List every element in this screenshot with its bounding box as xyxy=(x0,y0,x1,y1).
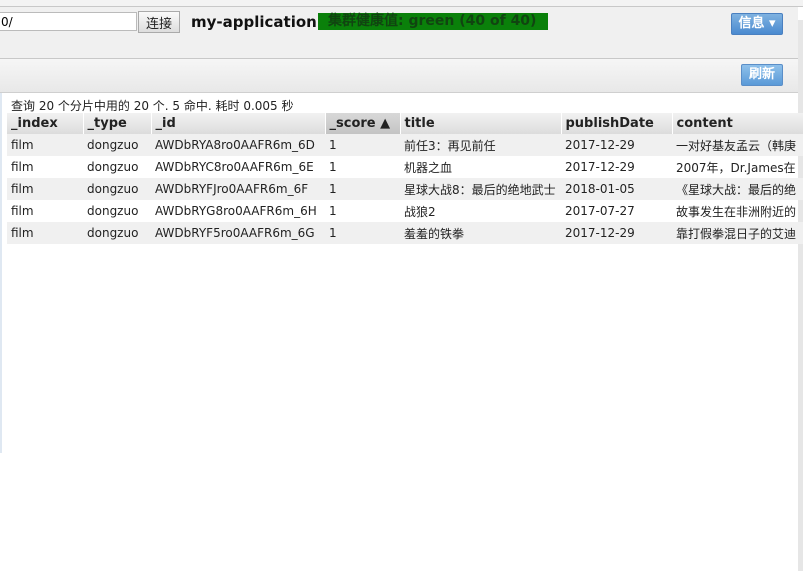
cell-title: 羞羞的铁拳 xyxy=(400,222,561,244)
cell-content: 一对好基友孟云（韩庚 xyxy=(672,134,803,156)
cell-type: dongzuo xyxy=(83,222,151,244)
cell-id: AWDbRYG8ro0AAFR6m_6H xyxy=(155,204,317,218)
top-strip xyxy=(0,0,803,7)
cluster-health-badge: 集群健康值: green (40 of 40) xyxy=(318,13,548,30)
refresh-button[interactable]: 刷新 xyxy=(741,64,783,86)
cell-publish-date: 2017-07-27 xyxy=(565,204,635,218)
table-row[interactable]: film dongzuo AWDbRYF5ro0AAFR6m_6G 1 羞羞的铁拳 201… xyxy=(7,222,803,244)
cell-title: 星球大战8：最后的绝地武士 xyxy=(400,178,561,200)
info-dropdown-button[interactable]: 信息 ▾ xyxy=(731,13,783,35)
cell-publish-date: 2018-01-05 xyxy=(561,178,672,200)
cell-content: 《星球大战：最后的绝 xyxy=(672,178,803,200)
query-summary: 查询 20 个分片中用的 20 个. 5 命中. 耗时 0.005 秒 xyxy=(11,99,294,113)
column-header-id[interactable]: _id xyxy=(151,113,326,134)
column-header-content[interactable]: content xyxy=(672,113,803,134)
cell-title: 前任3：再见前任 xyxy=(400,134,561,156)
cell-publish-date: 2017-12-29 xyxy=(561,134,672,156)
table-row[interactable]: film dongzuo AWDbRYC8ro0AAFR6m_6E 1 机器之血 2017… xyxy=(7,156,803,178)
results-table: _index _type _id _score ▲ title publishDate co… xyxy=(7,113,803,244)
column-header-title[interactable]: title xyxy=(400,113,562,134)
toolbar: 刷新 xyxy=(0,59,798,93)
cell-content: 故事发生在非洲附近的 xyxy=(676,204,797,219)
connect-button[interactable]: 连接 xyxy=(138,11,180,33)
column-header-type[interactable]: _type xyxy=(83,113,152,134)
cell-index: film xyxy=(7,178,83,200)
cell-id: AWDbRYFJro0AAFR6m_6F xyxy=(151,178,325,200)
header: 连接 my-application 集群健康值: green (40 of 40… xyxy=(0,7,798,59)
cluster-name: my-application xyxy=(191,13,317,31)
cell-content: 2007年，Dr.James在 xyxy=(676,160,796,175)
cell-score: 1 xyxy=(325,222,400,244)
cell-type: dongzuo xyxy=(83,134,151,156)
table-row[interactable]: film dongzuo AWDbRYG8ro0AAFR6m_6H 1 战狼2 2017-… xyxy=(7,200,803,222)
cell-id: AWDbRYA8ro0AAFR6m_6D xyxy=(151,134,325,156)
cell-score: 1 xyxy=(325,178,400,200)
cell-title: 机器之血 xyxy=(404,160,453,175)
cell-title: 战狼2 xyxy=(404,204,436,219)
scrollbar[interactable] xyxy=(798,20,803,571)
cell-type: dongzuo xyxy=(87,204,139,218)
cell-id: AWDbRYC8ro0AAFR6m_6E xyxy=(155,160,314,174)
cell-publish-date: 2017-12-29 xyxy=(565,160,635,174)
column-header-index[interactable]: _index xyxy=(7,113,84,134)
cell-score: 1 xyxy=(329,160,337,174)
left-border xyxy=(0,93,2,453)
table-row[interactable]: film dongzuo AWDbRYFJro0AAFR6m_6F 1 星球大战8：最后… xyxy=(7,178,803,200)
cell-content: 靠打假拳混日子的艾迪 xyxy=(672,222,803,244)
column-header-score[interactable]: _score ▲ xyxy=(325,113,401,134)
cell-index: film xyxy=(11,204,34,218)
url-input[interactable] xyxy=(0,12,137,31)
cell-index: film xyxy=(11,160,34,174)
cell-type: dongzuo xyxy=(83,178,151,200)
cell-score: 1 xyxy=(329,204,337,218)
cell-publish-date: 2017-12-29 xyxy=(561,222,672,244)
table-row[interactable]: film dongzuo AWDbRYA8ro0AAFR6m_6D 1 前任3：再见前任… xyxy=(7,134,803,156)
cell-score: 1 xyxy=(325,134,400,156)
cell-type: dongzuo xyxy=(87,160,139,174)
cell-id: AWDbRYF5ro0AAFR6m_6G xyxy=(151,222,325,244)
column-header-publish-date[interactable]: publishDate xyxy=(561,113,673,134)
cell-index: film xyxy=(7,134,83,156)
cell-index: film xyxy=(7,222,83,244)
